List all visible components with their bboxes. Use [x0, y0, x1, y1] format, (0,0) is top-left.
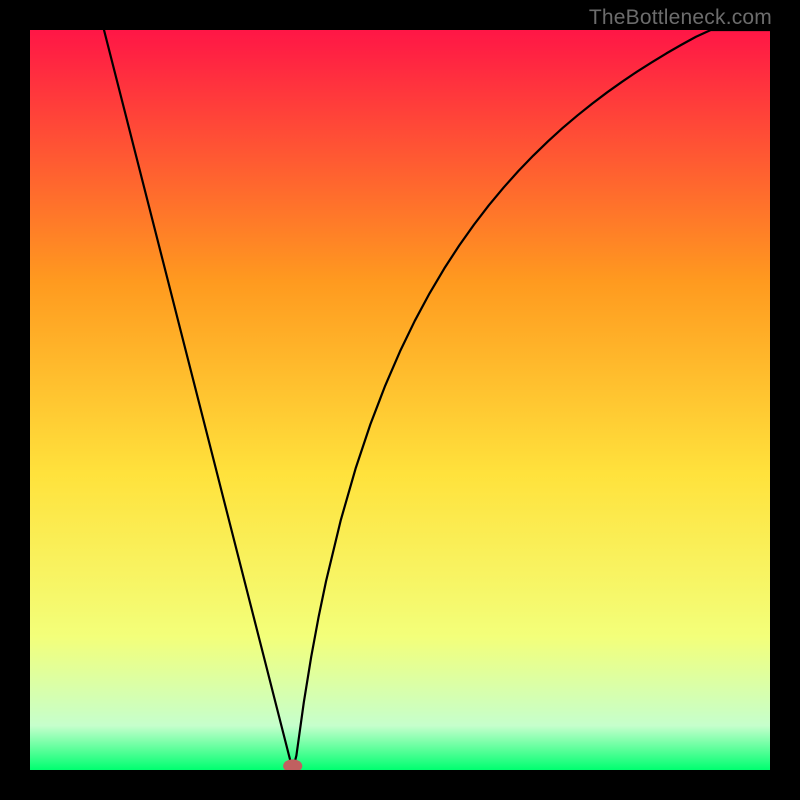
chart-frame: TheBottleneck.com — [0, 0, 800, 800]
bottleneck-chart — [30, 30, 770, 770]
watermark-text: TheBottleneck.com — [589, 6, 772, 30]
gradient-background — [30, 30, 770, 770]
plot-area — [30, 30, 770, 770]
